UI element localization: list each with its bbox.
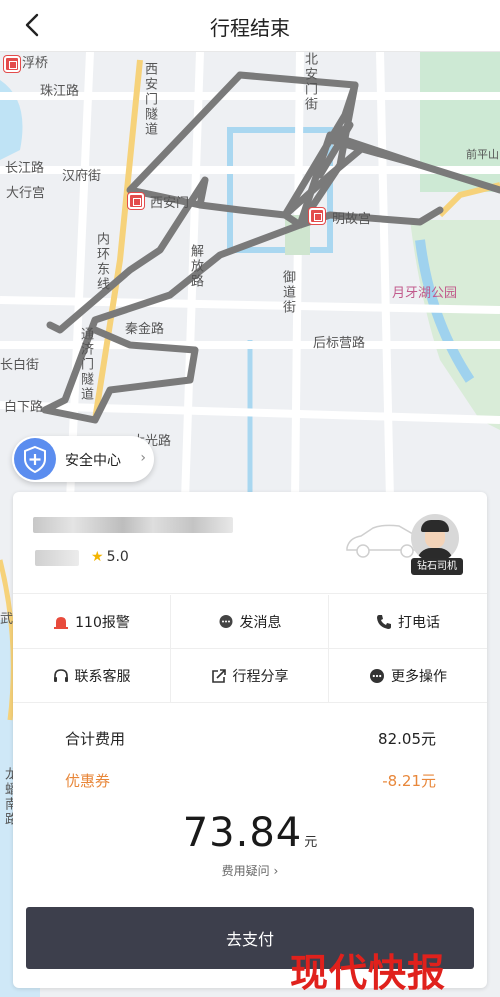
map-label: 御道街	[280, 270, 295, 315]
map-label: 长白街	[0, 358, 40, 373]
map-label: 解放路	[188, 244, 203, 289]
total-fee-row: 合计费用 82.05元	[13, 728, 487, 752]
headset-icon	[53, 668, 68, 682]
trip-share-button[interactable]: 行程分享	[171, 649, 329, 703]
safety-center-label: 安全中心	[65, 453, 121, 469]
driver-name-blurred	[33, 517, 233, 533]
map-label: 珠江路	[40, 84, 80, 99]
coupon-value: -8.21元	[382, 772, 436, 790]
alarm-icon	[54, 616, 69, 629]
chevron-right-icon: ›	[140, 450, 146, 466]
map-label: 西安门	[150, 196, 190, 211]
map-label: 西安门隧道	[142, 62, 157, 137]
poi-marker	[4, 56, 20, 72]
top-bar: 行程结束	[0, 0, 500, 52]
customer-service-button[interactable]: 联系客服	[13, 649, 171, 703]
driver-rating: ★ 5.0	[91, 549, 129, 565]
message-button[interactable]: 发消息	[171, 595, 329, 649]
coupon-label: 优惠券	[65, 772, 111, 790]
payable-amount-unit: 元	[304, 835, 318, 850]
driver-avatar[interactable]	[411, 514, 459, 562]
poi-marker	[309, 208, 325, 224]
payable-amount-value: 73.84	[182, 810, 303, 856]
message-icon	[219, 614, 232, 628]
shield-icon	[14, 438, 56, 480]
map-label: 浮桥	[22, 56, 49, 71]
coupon-row[interactable]: 优惠券 -8.21元	[13, 770, 487, 794]
total-fee-value: 82.05元	[378, 730, 436, 748]
map-label: 前平山	[466, 148, 499, 161]
trip-summary-card: ★ 5.0 钻石司机 110报警 发消息 打电话 联系客服 行程分享 更多操作 …	[13, 492, 487, 988]
total-fee-label: 合计费用	[65, 730, 126, 748]
newspaper-watermark: 现代快报	[290, 950, 447, 995]
driver-plate-blurred	[35, 550, 79, 566]
page-title: 行程结束	[210, 16, 290, 40]
map-label: 大行宫	[6, 186, 46, 201]
poi-marker	[128, 193, 144, 209]
map-label: 汉府街	[62, 169, 102, 184]
more-actions-button[interactable]: 更多操作	[329, 649, 487, 703]
map-label: 后标营路	[313, 336, 366, 351]
fee-question-link[interactable]: 费用疑问 ›	[13, 862, 487, 879]
map-label: 月牙湖公园	[392, 286, 458, 301]
map-label: 白下路	[4, 400, 44, 415]
safety-center-button[interactable]: 安全中心 ›	[12, 436, 154, 482]
alarm-110-button[interactable]: 110报警	[13, 595, 171, 649]
driver-badge: 钻石司机	[411, 558, 463, 575]
map-label: 明故宫	[332, 212, 372, 227]
payable-amount: 73.84 元	[13, 810, 487, 856]
share-icon	[211, 668, 226, 683]
map-label: 长江路	[5, 161, 45, 176]
more-icon	[370, 668, 384, 683]
map-label: 武	[0, 612, 14, 627]
star-icon: ★	[91, 549, 104, 565]
action-grid: 110报警 发消息 打电话 联系客服 行程分享 更多操作	[13, 595, 487, 703]
call-button[interactable]: 打电话	[329, 595, 487, 649]
map-label: 内环东线	[94, 232, 109, 292]
map-label: 通济门隧道	[78, 327, 93, 402]
map-label: 北安门街	[302, 52, 317, 112]
driver-info: ★ 5.0 钻石司机	[13, 492, 487, 594]
map-label: 秦金路	[125, 322, 165, 337]
phone-icon	[377, 614, 391, 629]
